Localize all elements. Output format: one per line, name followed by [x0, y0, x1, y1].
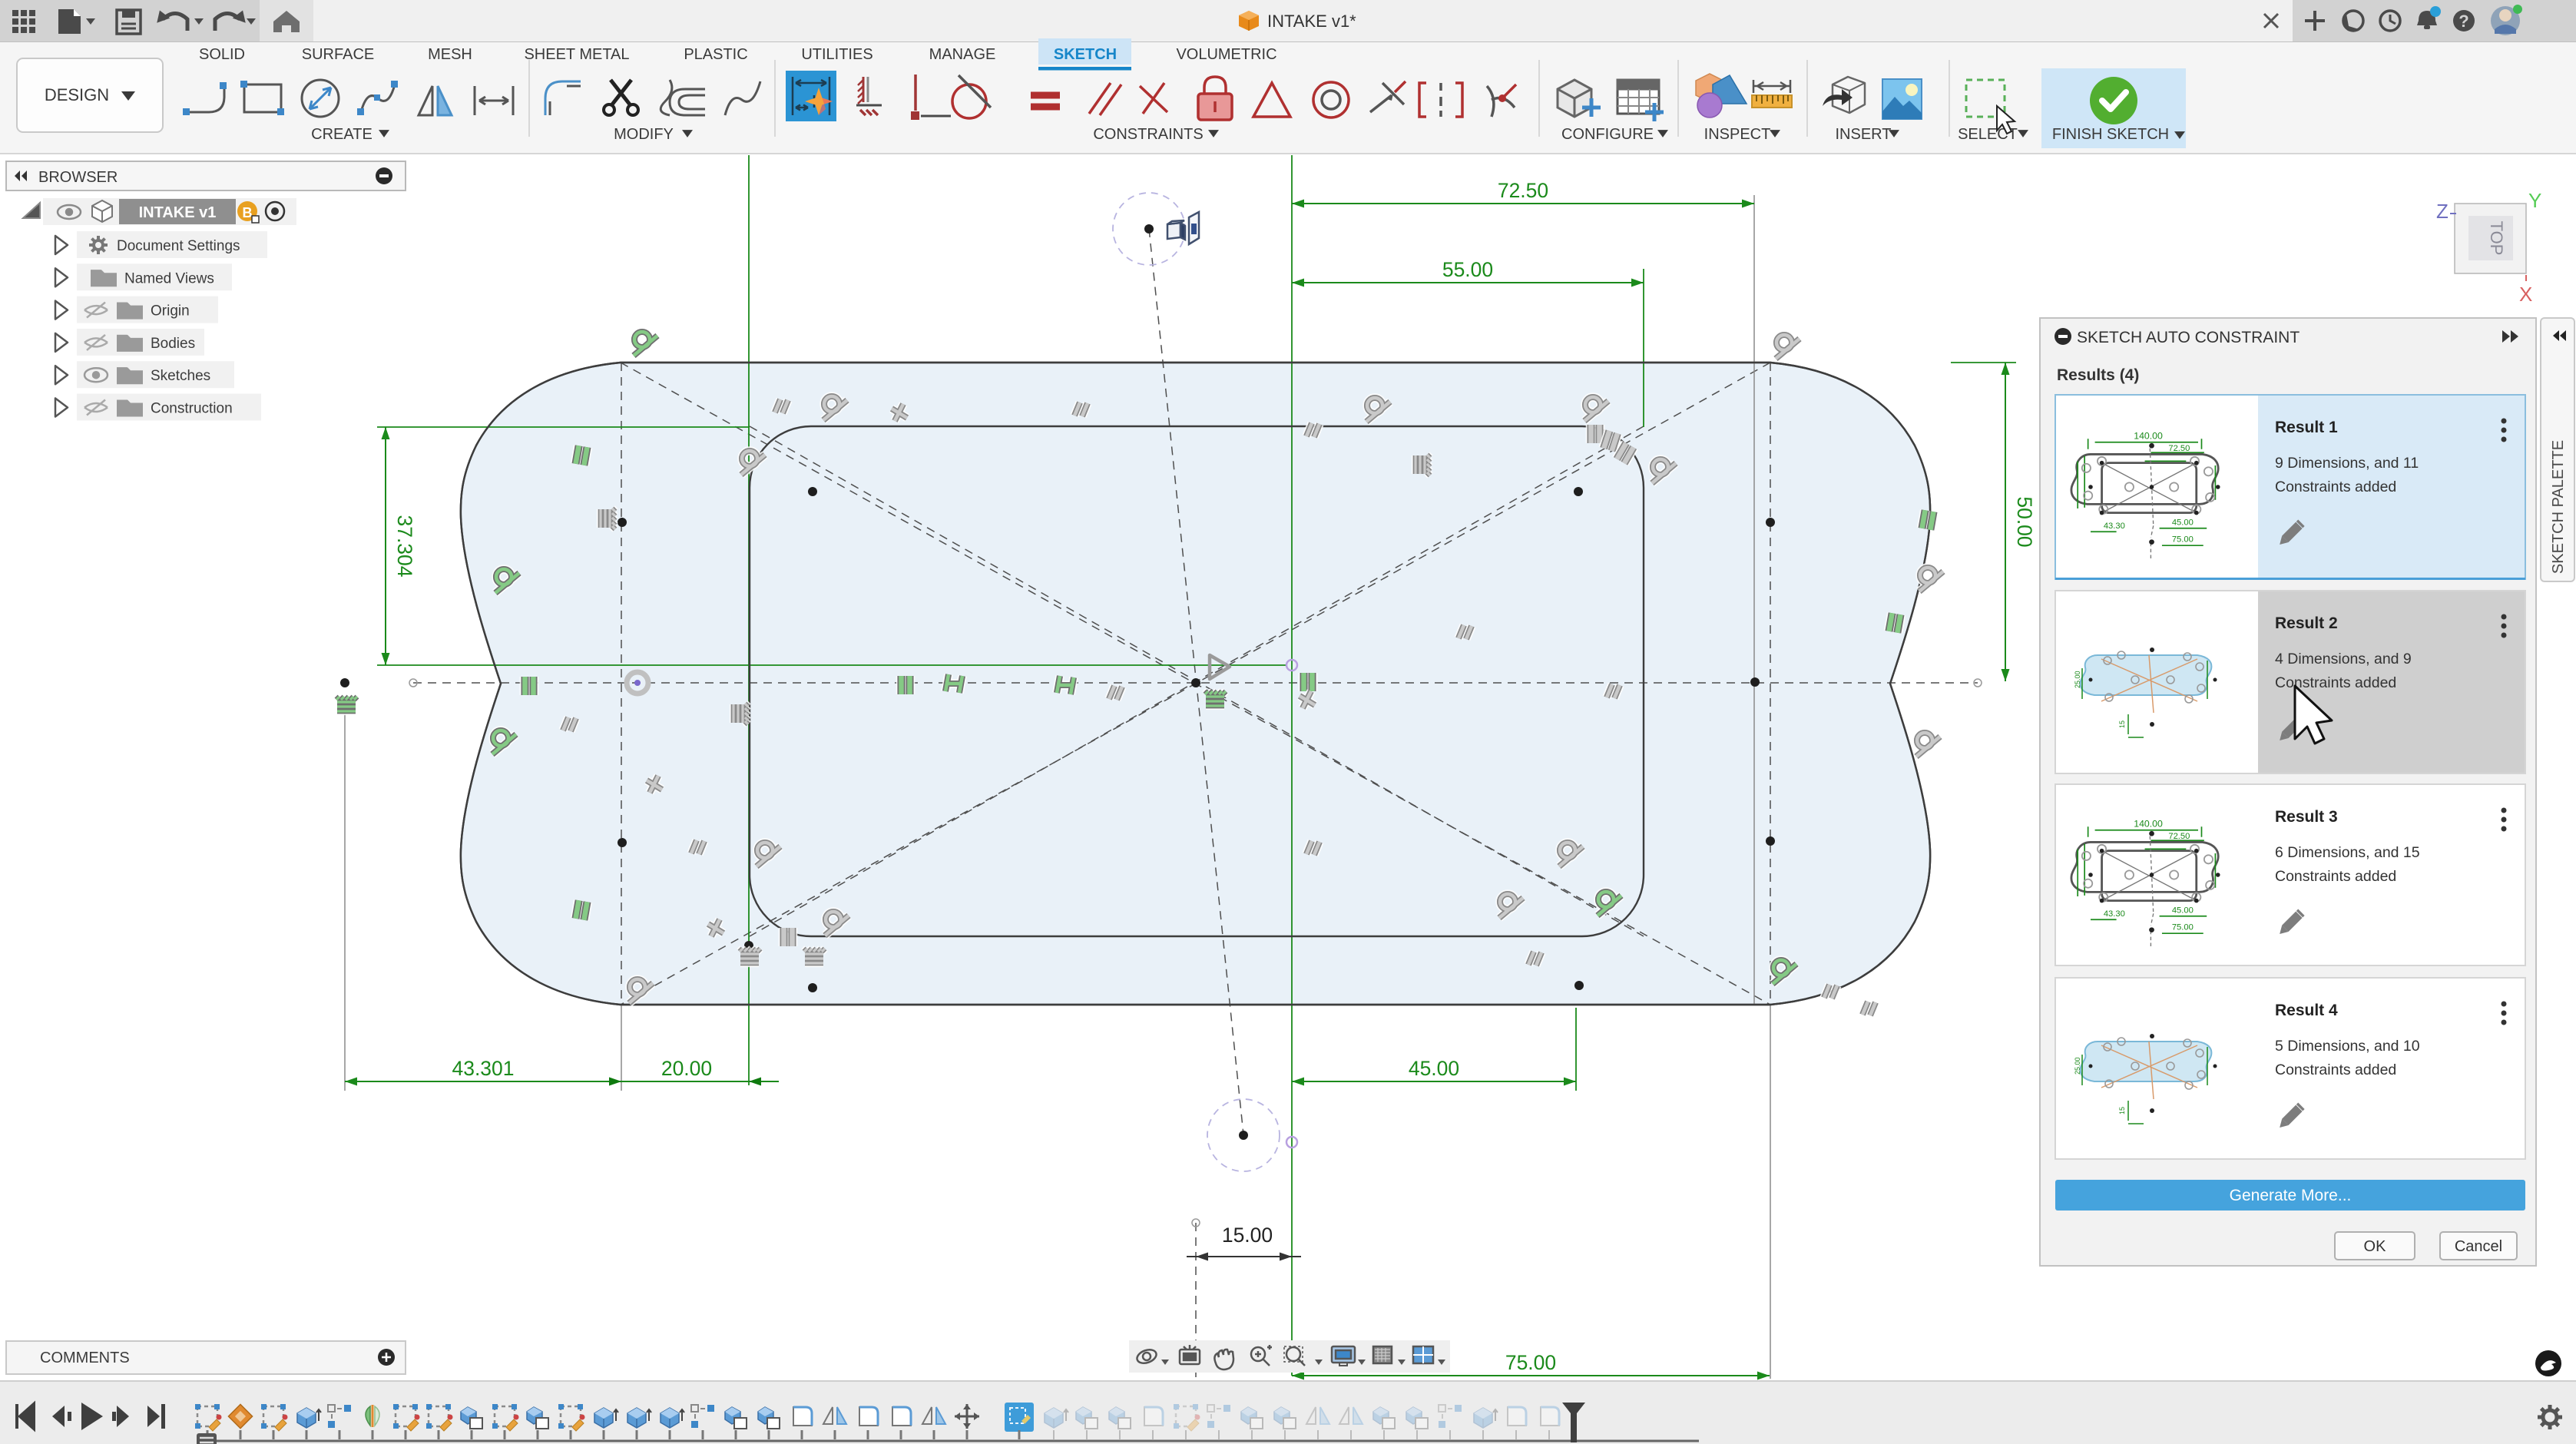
svg-text:Named Views: Named Views	[124, 270, 214, 286]
svg-text:50.00: 50.00	[2013, 496, 2036, 547]
svg-text:5 Dimensions, and 10: 5 Dimensions, and 10	[2275, 1038, 2420, 1055]
svg-text:15: 15	[2118, 720, 2126, 728]
svg-text:Bodies: Bodies	[151, 336, 195, 352]
svg-text:Cancel: Cancel	[2455, 1238, 2502, 1255]
svg-text:75.00: 75.00	[2172, 923, 2194, 932]
svg-text:DESIGN: DESIGN	[45, 85, 109, 104]
svg-text:B: B	[243, 205, 253, 220]
svg-text:INTAKE v1*: INTAKE v1*	[1267, 12, 1356, 31]
svg-text:Document Settings: Document Settings	[117, 238, 240, 254]
svg-text:72.50: 72.50	[2168, 832, 2190, 841]
svg-text:Result 1: Result 1	[2275, 419, 2338, 436]
svg-text:MANAGE: MANAGE	[929, 46, 996, 63]
svg-text:Result 2: Result 2	[2275, 614, 2338, 632]
svg-text:Constraints added: Constraints added	[2275, 479, 2396, 495]
svg-text:INSPECT: INSPECT	[1704, 126, 1771, 143]
svg-text:75.00: 75.00	[2172, 535, 2194, 545]
svg-text:45.00: 45.00	[2172, 906, 2194, 915]
svg-text:COMMENTS: COMMENTS	[40, 1350, 130, 1366]
svg-text:SHEET METAL: SHEET METAL	[524, 46, 629, 63]
svg-text:Generate More...: Generate More...	[2230, 1187, 2352, 1204]
svg-text:55.00: 55.00	[1442, 258, 1493, 281]
svg-text:25.00: 25.00	[2074, 671, 2081, 688]
svg-text:OK: OK	[2364, 1238, 2387, 1255]
svg-text:CONFIGURE: CONFIGURE	[1561, 126, 1654, 143]
svg-text:45.00: 45.00	[2172, 518, 2194, 527]
svg-text:25.00: 25.00	[2074, 1057, 2081, 1075]
svg-text:SKETCH AUTO CONSTRAINT: SKETCH AUTO CONSTRAINT	[2077, 329, 2300, 346]
svg-text:15: 15	[2118, 1107, 2126, 1114]
svg-text:43.301: 43.301	[452, 1057, 514, 1080]
svg-text:Constraints added: Constraints added	[2275, 868, 2396, 885]
svg-text:UTILITIES: UTILITIES	[801, 46, 872, 63]
svg-text:72.50: 72.50	[1498, 179, 1548, 202]
svg-text:CONSTRAINTS: CONSTRAINTS	[1093, 126, 1203, 143]
svg-text:SOLID: SOLID	[199, 46, 245, 63]
svg-text:9 Dimensions, and 11: 9 Dimensions, and 11	[2275, 455, 2419, 472]
svg-text:Result 4: Result 4	[2275, 1002, 2338, 1019]
svg-text:VOLUMETRIC: VOLUMETRIC	[1176, 46, 1276, 63]
svg-text:INTAKE v1: INTAKE v1	[139, 204, 217, 221]
svg-text:37.304: 37.304	[393, 515, 416, 577]
svg-text:TOP: TOP	[2487, 221, 2506, 256]
svg-text:SKETCH PALETTE: SKETCH PALETTE	[2550, 440, 2567, 574]
svg-text:Construction: Construction	[151, 401, 233, 417]
svg-text:BROWSER: BROWSER	[38, 169, 118, 186]
svg-text:MODIFY: MODIFY	[614, 126, 674, 143]
svg-text:6 Dimensions, and 15: 6 Dimensions, and 15	[2275, 844, 2420, 861]
svg-text:CREATE: CREATE	[311, 126, 372, 143]
svg-text:4 Dimensions, and 9: 4 Dimensions, and 9	[2275, 651, 2412, 667]
svg-text:Results (4): Results (4)	[2057, 366, 2139, 384]
svg-text:SURFACE: SURFACE	[302, 46, 374, 63]
svg-text:43.30: 43.30	[2104, 522, 2125, 531]
svg-text:43.30: 43.30	[2104, 909, 2125, 919]
svg-text:72.50: 72.50	[2168, 444, 2190, 453]
svg-text:?: ?	[2458, 12, 2468, 31]
svg-text:MESH: MESH	[428, 46, 472, 63]
svg-text:Z: Z	[2436, 200, 2449, 223]
svg-text:20.00: 20.00	[661, 1057, 712, 1080]
svg-text:FINISH SKETCH: FINISH SKETCH	[2052, 126, 2169, 143]
svg-text:INSERT: INSERT	[1836, 126, 1892, 143]
svg-text:45.00: 45.00	[1409, 1057, 1459, 1080]
svg-text:75.00: 75.00	[1505, 1351, 1556, 1374]
svg-text:140.00: 140.00	[2134, 430, 2163, 441]
svg-text:Origin: Origin	[151, 303, 190, 320]
svg-text:PLASTIC: PLASTIC	[684, 46, 747, 63]
svg-text:SKETCH: SKETCH	[1054, 46, 1117, 63]
svg-text:Result 3: Result 3	[2275, 808, 2338, 826]
svg-text:Constraints added: Constraints added	[2275, 1061, 2396, 1078]
svg-text:Constraints added: Constraints added	[2275, 674, 2396, 691]
svg-text:15.00: 15.00	[1222, 1224, 1273, 1247]
svg-text:Sketches: Sketches	[151, 368, 210, 384]
svg-text:Y: Y	[2528, 189, 2541, 212]
svg-text:140.00: 140.00	[2134, 818, 2163, 829]
svg-text:X: X	[2519, 283, 2532, 306]
